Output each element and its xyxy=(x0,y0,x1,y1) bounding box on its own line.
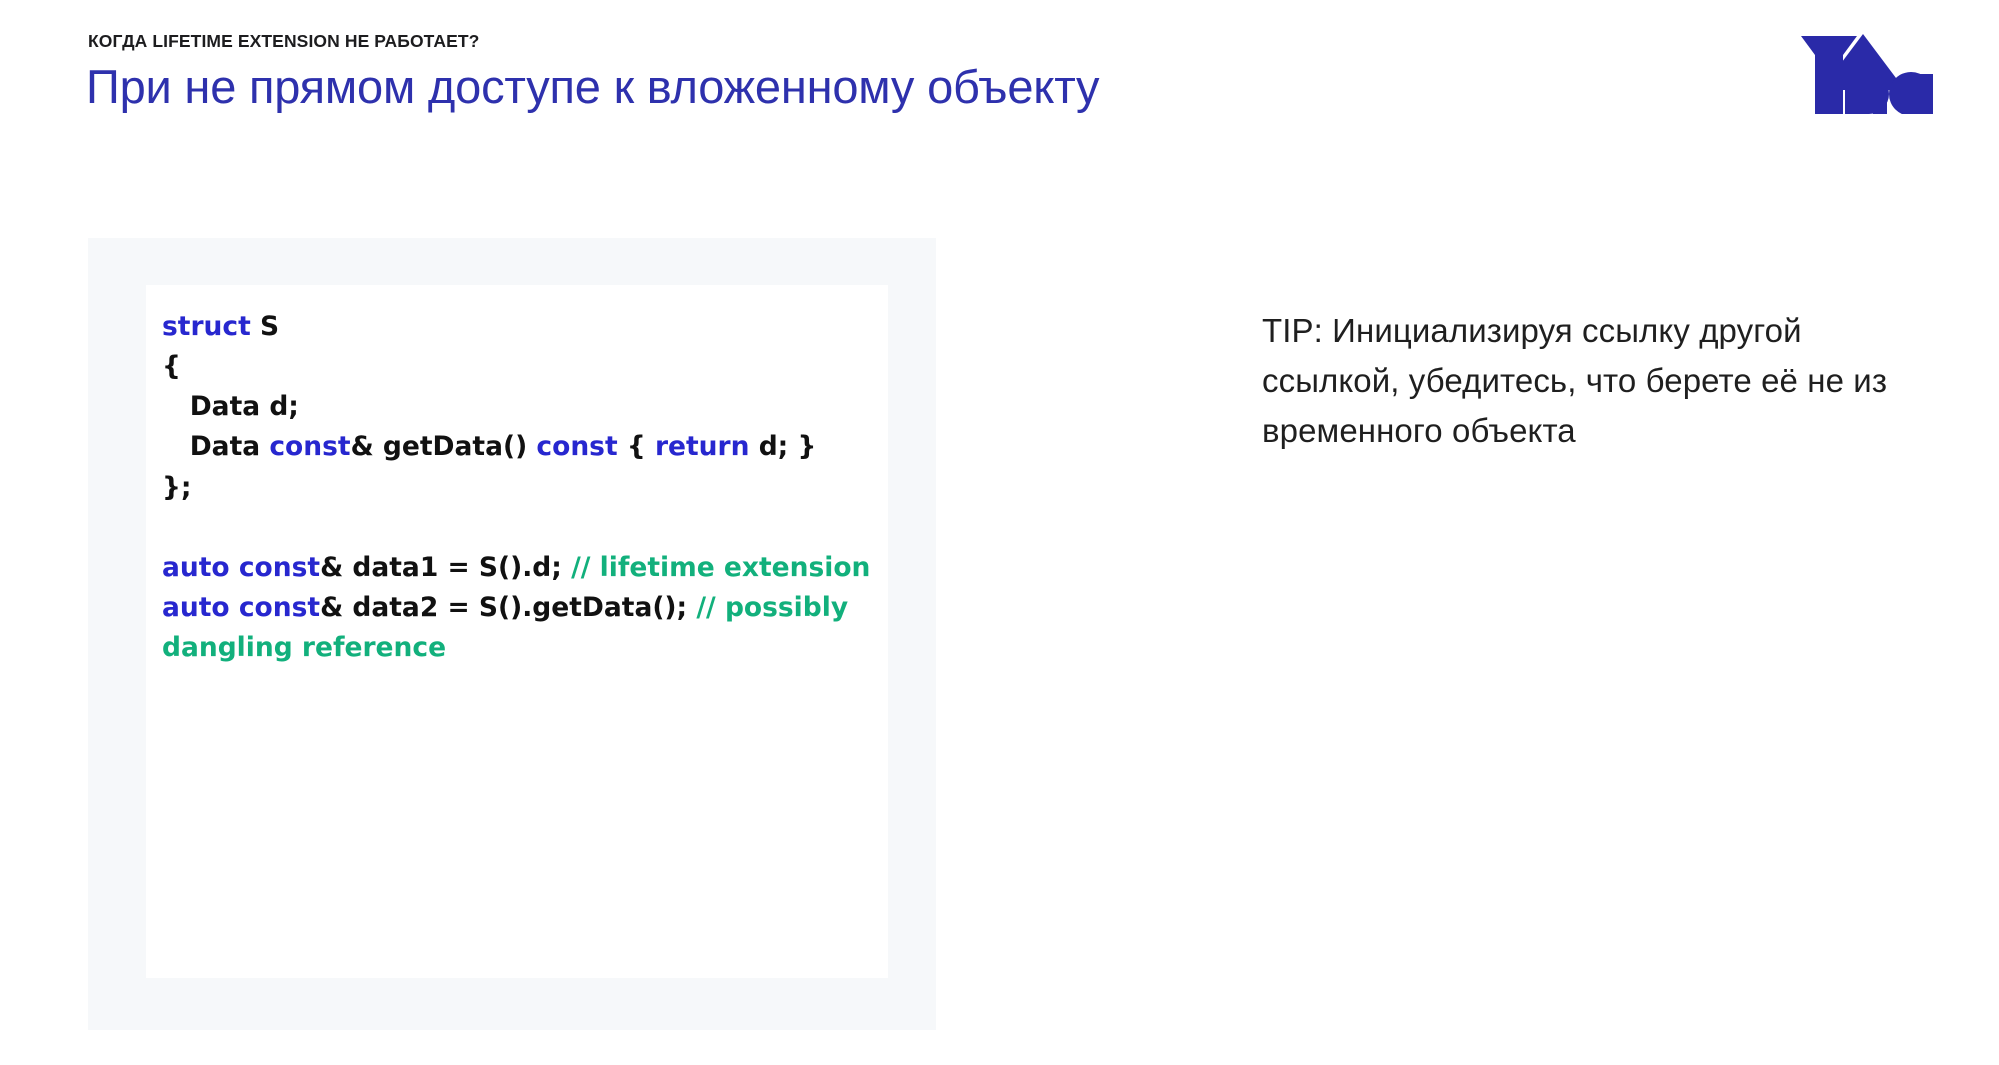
code-token: & getData() xyxy=(350,431,537,463)
code-token: }; xyxy=(162,471,192,503)
eyebrow-prefix: КОГДА xyxy=(88,31,153,51)
code-token: & data1 = S().d; xyxy=(320,551,572,583)
code-token: & data2 = S().getData(); xyxy=(320,591,697,623)
code-panel: struct S { Data d; Data const& getData() … xyxy=(88,238,936,1030)
slide-eyebrow: КОГДА LIFETIME EXTENSION НЕ РАБОТАЕТ? xyxy=(88,31,479,52)
code-token: { xyxy=(162,351,181,383)
code-token: // lifetime extension xyxy=(571,551,871,583)
code-line: Data d; xyxy=(162,387,882,427)
code-token: S xyxy=(250,311,280,342)
code-line: struct S xyxy=(162,307,882,347)
code-token: const xyxy=(269,431,351,463)
code-token: auto const xyxy=(162,591,321,623)
code-line: auto const& data2 = S().getData(); // po… xyxy=(162,588,882,668)
code-token: const xyxy=(536,431,618,463)
code-token: { xyxy=(617,431,655,463)
code-token: d; } xyxy=(749,431,817,463)
yadro-logo xyxy=(1801,28,1947,116)
code-token: Data d; xyxy=(162,391,299,423)
page-title: При не прямом доступе к вложенному объек… xyxy=(86,60,1100,113)
yadro-logo-icon xyxy=(1801,34,1933,116)
code-token: return xyxy=(654,431,750,463)
code-token: struct xyxy=(162,311,251,342)
code-token: auto const xyxy=(162,551,321,583)
code-token: Data xyxy=(162,431,270,463)
code-line: Data const& getData() const { return d; … xyxy=(162,427,882,467)
code-line: auto const& data1 = S().d; // lifetime e… xyxy=(162,548,882,588)
eyebrow-emphasis: LIFETIME EXTENSION xyxy=(152,31,340,51)
eyebrow-suffix: НЕ РАБОТАЕТ? xyxy=(339,31,480,51)
tip-text: TIP: Инициализируя ссылку другой ссылкой… xyxy=(1262,312,1888,450)
code-line: { xyxy=(162,347,882,387)
code-block: struct S { Data d; Data const& getData() … xyxy=(162,307,882,668)
code-card: struct S { Data d; Data const& getData() … xyxy=(146,285,888,978)
code-line: }; xyxy=(162,468,882,508)
